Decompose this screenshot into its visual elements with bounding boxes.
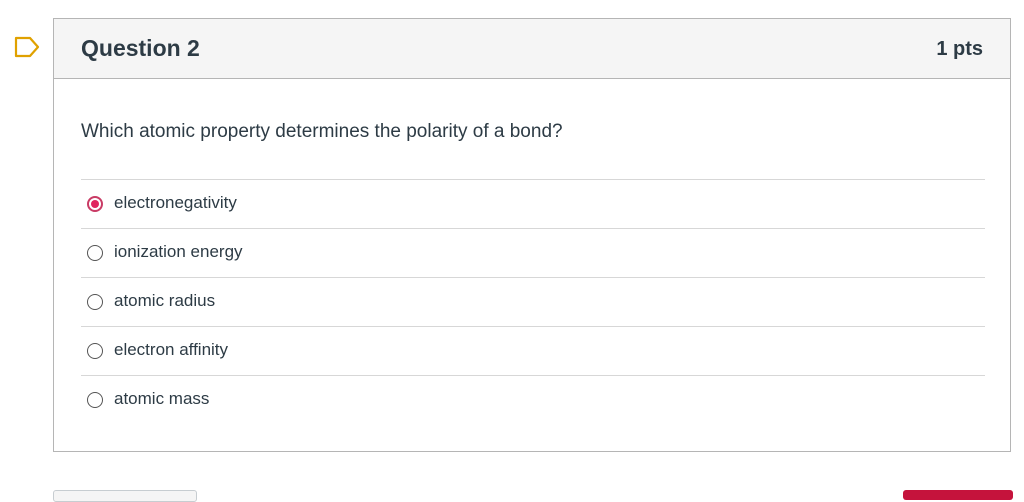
- flag-question-icon[interactable]: [14, 36, 40, 58]
- question-title: Question 2: [81, 35, 200, 61]
- answer-label[interactable]: electron affinity: [114, 340, 228, 360]
- radio-button[interactable]: [87, 392, 103, 408]
- answer-list: electronegativity ionization energy atom…: [81, 179, 985, 424]
- answer-label[interactable]: atomic radius: [114, 291, 215, 311]
- radio-button[interactable]: [87, 294, 103, 310]
- radio-button[interactable]: [87, 343, 103, 359]
- answer-option-electronegativity[interactable]: electronegativity: [81, 179, 985, 228]
- answer-option-electron-affinity[interactable]: electron affinity: [81, 326, 985, 375]
- question-card: Question 2 1 pts Which atomic property d…: [53, 18, 1011, 452]
- question-header: Question 2 1 pts: [54, 19, 1010, 79]
- answer-label[interactable]: ionization energy: [114, 242, 243, 262]
- answer-label[interactable]: electronegativity: [114, 193, 237, 213]
- answer-option-atomic-mass[interactable]: atomic mass: [81, 375, 985, 424]
- previous-button[interactable]: [53, 490, 197, 502]
- answer-option-ionization-energy[interactable]: ionization energy: [81, 228, 985, 277]
- radio-button[interactable]: [87, 245, 103, 261]
- question-points: 1 pts: [936, 38, 983, 60]
- next-button[interactable]: [903, 490, 1013, 500]
- answer-option-atomic-radius[interactable]: atomic radius: [81, 277, 985, 326]
- question-text: Which atomic property determines the pol…: [81, 121, 563, 142]
- radio-selected[interactable]: [87, 196, 103, 212]
- answer-label[interactable]: atomic mass: [114, 389, 209, 409]
